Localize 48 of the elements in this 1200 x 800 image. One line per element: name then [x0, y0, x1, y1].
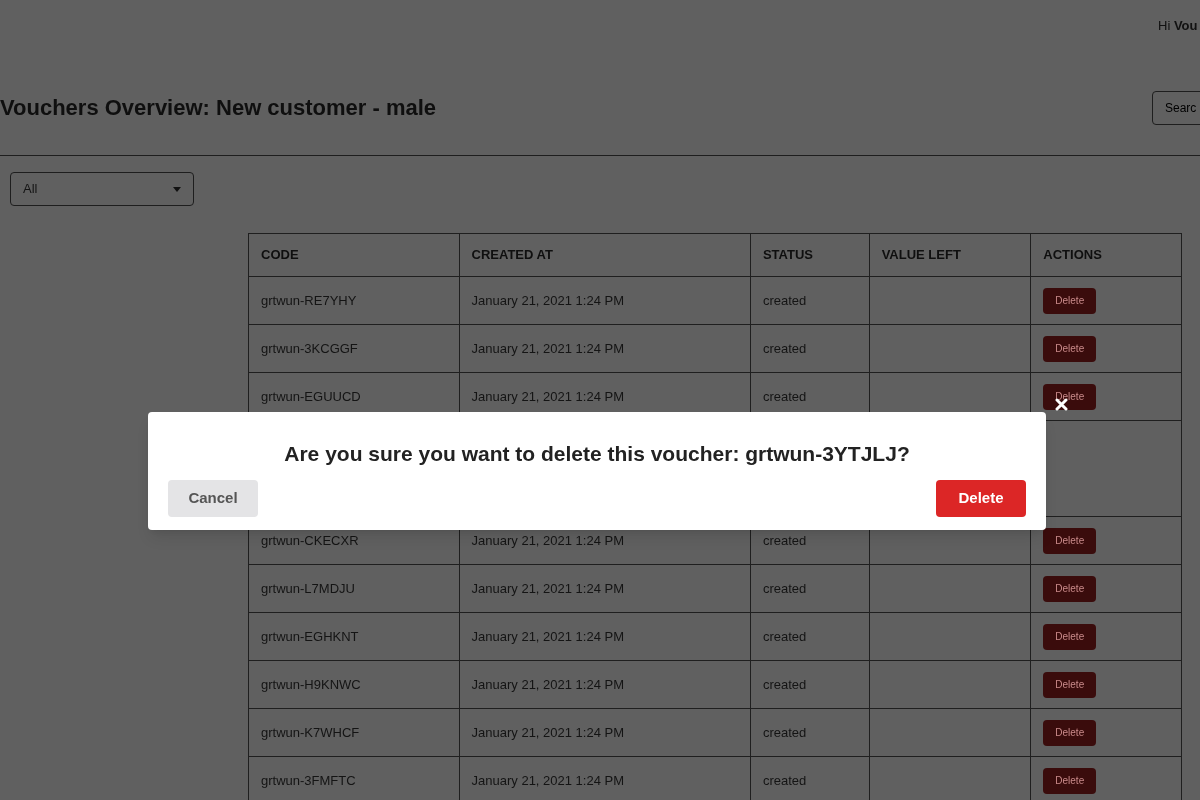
- page-title: Vouchers Overview: New customer - male: [0, 94, 437, 122]
- table-cell-text: created: [762, 675, 807, 694]
- column-header: ACTIONS: [1043, 246, 1102, 265]
- caret-icon: [173, 186, 181, 192]
- table-cell-text: created: [762, 291, 807, 310]
- table-cell-text: January 21, 2021 1:24 PM: [471, 771, 625, 790]
- table-cell-text: grtwun-RE7YHY: [261, 291, 357, 310]
- table-cell-text: grtwun-EGHKNT: [261, 627, 359, 646]
- delete-button[interactable]: Delete: [1043, 671, 1097, 698]
- table-cell-text: grtwun-K7WHCF: [261, 723, 360, 742]
- column-header: STATUS: [762, 246, 813, 265]
- delete-button[interactable]: Delete: [936, 479, 1026, 517]
- table-cell-text: created: [762, 627, 807, 646]
- table-cell-text: grtwun-3FMFTC: [261, 771, 356, 790]
- table-cell-text: grtwun-L7MDJU: [261, 579, 355, 598]
- column-header: CODE: [261, 246, 299, 265]
- delete-button[interactable]: Delete: [1043, 719, 1097, 746]
- cancel-button[interactable]: Cancel: [168, 479, 258, 517]
- table-cell-text: January 21, 2021 1:24 PM: [471, 627, 625, 646]
- delete-button[interactable]: Delete: [1043, 527, 1097, 554]
- table-cell-text: January 21, 2021 1:24 PM: [471, 675, 625, 694]
- table-cell-text: created: [762, 339, 807, 358]
- table-cell-text: January 21, 2021 1:24 PM: [471, 387, 625, 406]
- table-cell-text: created: [762, 579, 807, 598]
- close-icon[interactable]: [1055, 398, 1068, 411]
- table-cell-text: January 21, 2021 1:24 PM: [471, 723, 625, 742]
- search-field[interactable]: Searc: [1152, 90, 1200, 125]
- table-cell-text: created: [762, 531, 807, 550]
- column-header: CREATED AT: [471, 246, 553, 265]
- table-cell-text: grtwun-EGUUCD: [261, 387, 361, 406]
- table-cell-text: January 21, 2021 1:24 PM: [471, 291, 625, 310]
- dialog-message: Are you sure you want to delete this voucher: grtwun-3YTJLJ?: [284, 441, 910, 467]
- table-cell-text: grtwun-3KCGGF: [261, 339, 358, 358]
- table-cell-text: created: [762, 723, 807, 742]
- table-cell-text: January 21, 2021 1:24 PM: [471, 579, 625, 598]
- user-greeting: Hi Vou: [1158, 17, 1199, 36]
- delete-button[interactable]: Delete: [1043, 575, 1097, 602]
- table-cell-text: January 21, 2021 1:24 PM: [471, 339, 625, 358]
- delete-button[interactable]: Delete: [1043, 623, 1097, 650]
- table-cell-text: January 21, 2021 1:24 PM: [471, 531, 625, 550]
- table-cell-text: created: [762, 771, 807, 790]
- table-cell-text: created: [762, 387, 807, 406]
- column-header: VALUE LEFT: [881, 246, 961, 265]
- delete-button[interactable]: Delete: [1043, 335, 1097, 362]
- delete-button[interactable]: Delete: [1043, 767, 1097, 794]
- delete-button[interactable]: Delete: [1043, 287, 1097, 314]
- table-cell-text: grtwun-CKECXR: [261, 531, 359, 550]
- table-cell-text: grtwun-H9KNWC: [261, 675, 361, 694]
